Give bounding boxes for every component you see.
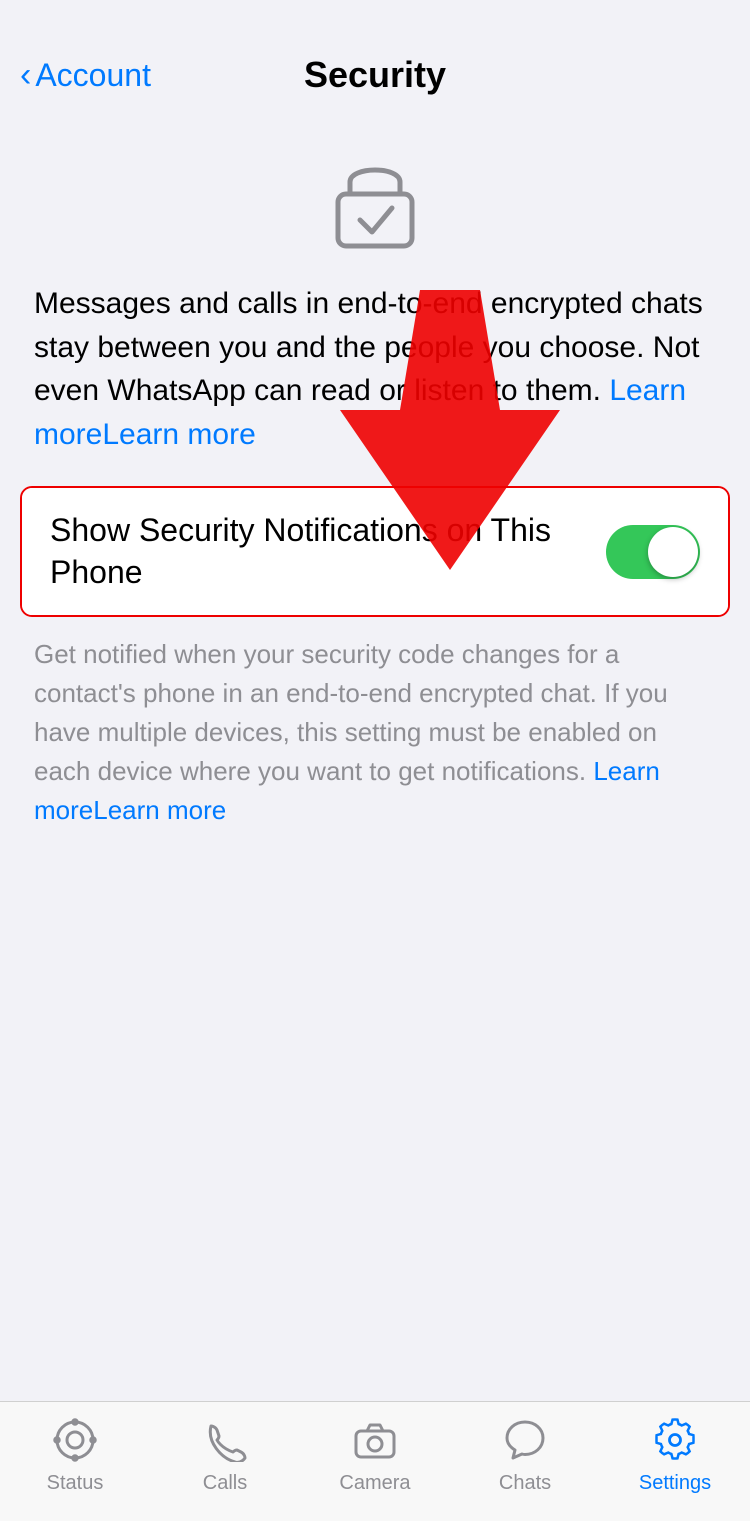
tab-chats-label: Chats <box>499 1472 551 1495</box>
toggle-label: Show Security Notifications on This Phon… <box>50 510 606 593</box>
toggle-knob <box>648 527 698 577</box>
back-chevron-icon: ‹ <box>20 58 31 92</box>
back-label: Account <box>35 57 151 94</box>
main-content: ‹ Account Security Messages and calls in… <box>0 0 750 990</box>
tab-status[interactable]: Status <box>0 1414 150 1495</box>
sub-description-text: Get notified when your security code cha… <box>0 617 750 860</box>
page-title: Security <box>304 54 446 96</box>
back-button[interactable]: ‹ Account <box>20 57 151 94</box>
learn-more-link-1b[interactable]: Learn more <box>102 418 255 451</box>
lock-icon <box>330 152 420 252</box>
camera-icon <box>349 1414 401 1466</box>
tab-status-label: Status <box>47 1472 104 1495</box>
toggle-row-wrapper: Show Security Notifications on This Phon… <box>20 486 730 617</box>
security-notifications-toggle[interactable] <box>606 525 700 579</box>
tab-camera-label: Camera <box>339 1472 410 1495</box>
security-notifications-row[interactable]: Show Security Notifications on This Phon… <box>22 488 728 615</box>
tab-chats[interactable]: Chats <box>450 1414 600 1495</box>
chats-icon <box>499 1414 551 1466</box>
highlight-box: Show Security Notifications on This Phon… <box>20 486 730 617</box>
lock-icon-area <box>0 112 750 282</box>
settings-icon <box>649 1414 701 1466</box>
tab-camera[interactable]: Camera <box>300 1414 450 1495</box>
tab-bar: Status Calls Camera Chats <box>0 1401 750 1521</box>
description-main: Messages and calls in end-to-end encrypt… <box>34 287 703 407</box>
header: ‹ Account Security <box>0 0 750 112</box>
status-icon <box>49 1414 101 1466</box>
tab-settings[interactable]: Settings <box>600 1414 750 1495</box>
tab-calls[interactable]: Calls <box>150 1414 300 1495</box>
tab-calls-label: Calls <box>203 1472 247 1495</box>
calls-icon <box>199 1414 251 1466</box>
tab-settings-label: Settings <box>639 1472 711 1495</box>
description-text: Messages and calls in end-to-end encrypt… <box>0 282 750 486</box>
learn-more-link-2b[interactable]: Learn more <box>93 795 226 825</box>
sub-description-main: Get notified when your security code cha… <box>34 639 668 786</box>
